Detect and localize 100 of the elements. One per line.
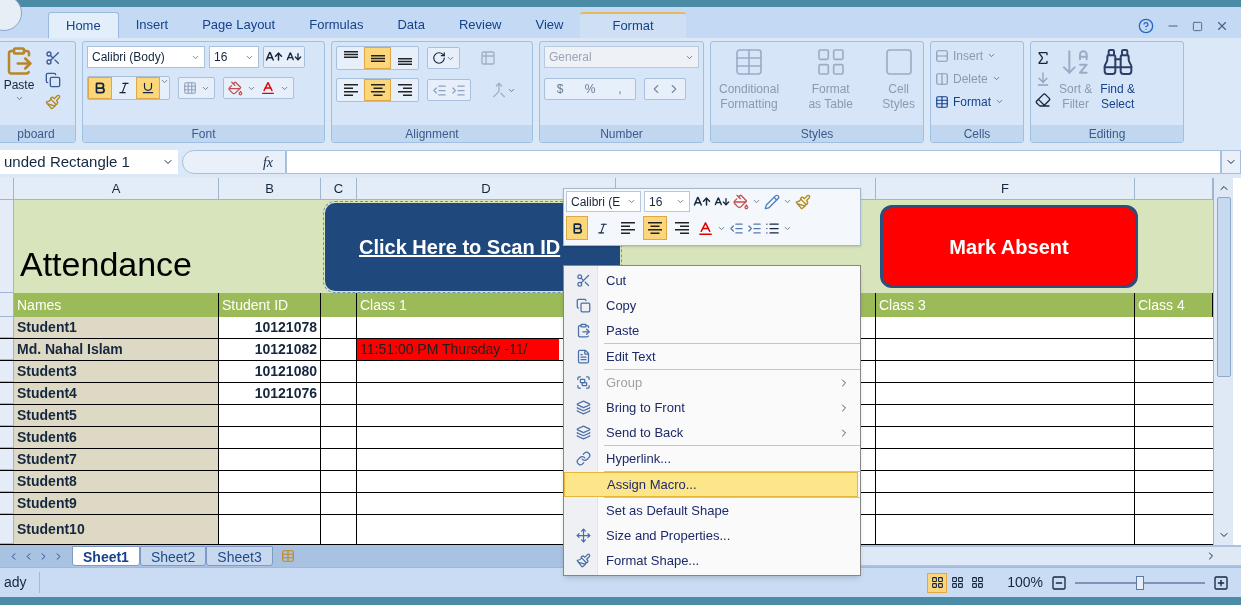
menu-item[interactable]: Set as Default Shape — [564, 498, 860, 523]
column-title: Class 4 — [1138, 295, 1185, 315]
font-size-field[interactable]: 16 — [209, 46, 259, 68]
vertical-scrollbar[interactable] — [1213, 178, 1233, 545]
sheet-tab[interactable]: Sheet3 — [206, 546, 273, 566]
ribbon-tab[interactable]: View — [518, 12, 581, 38]
function-button[interactable]: fx — [182, 150, 286, 174]
menu-item[interactable]: Edit Text — [564, 344, 860, 369]
menu-item[interactable]: Paste — [564, 318, 860, 343]
sum-icon[interactable] — [1035, 50, 1051, 66]
expand-button[interactable] — [1221, 150, 1241, 174]
fill-color-icon[interactable] — [733, 193, 749, 210]
menu-item[interactable]: Bring to Front — [564, 395, 860, 420]
zoom-in-icon[interactable] — [1213, 574, 1229, 591]
bold-icon — [570, 221, 584, 235]
zoom-slider[interactable] — [1075, 575, 1205, 590]
font-size-field[interactable]: 16 — [644, 191, 690, 212]
cut-icon[interactable] — [45, 50, 61, 66]
bold-button[interactable] — [88, 77, 112, 99]
column-letter[interactable]: B — [265, 178, 274, 199]
view-button[interactable] — [927, 572, 948, 593]
group-title: Cells — [963, 125, 991, 143]
group-title: Editing — [1088, 125, 1126, 143]
ribbon-tab[interactable]: Formulas — [292, 12, 381, 38]
font-color-icon[interactable] — [697, 219, 714, 237]
resize-icon — [575, 528, 591, 543]
zoom-thumb[interactable] — [1136, 575, 1144, 590]
column-title: Student ID — [222, 295, 289, 315]
scissors-icon — [575, 273, 591, 288]
caret-icon — [627, 197, 636, 206]
increase-indent-icon[interactable] — [747, 220, 762, 236]
menu-item[interactable]: Copy — [564, 293, 860, 318]
menu-item[interactable]: Send to Back — [564, 420, 860, 445]
horizontal-align-button[interactable] — [364, 79, 391, 101]
scroll-thumb[interactable] — [1216, 196, 1231, 377]
ribbon-tab[interactable]: Home — [48, 12, 119, 38]
sheet-tab[interactable]: Sheet1 — [72, 546, 140, 566]
column-letter[interactable]: D — [481, 178, 491, 199]
format-painter-icon[interactable] — [45, 94, 61, 110]
help-icon[interactable] — [1138, 18, 1154, 34]
copy-icon — [575, 298, 591, 313]
binoculars-icon — [1101, 46, 1134, 78]
font-name-field[interactable]: Calibri (Body) — [87, 46, 205, 68]
mark-absent-button-shape[interactable]: Mark Absent — [880, 205, 1138, 288]
underline-button[interactable] — [136, 77, 160, 99]
group-title: Number — [600, 125, 643, 143]
clipboard-icon — [575, 323, 591, 338]
zoom-out-icon[interactable] — [1051, 574, 1067, 591]
font-name-field[interactable]: Calibri (E — [566, 191, 641, 212]
column-letter[interactable]: C — [333, 178, 344, 199]
zoom-text: 100% — [1007, 573, 1043, 592]
copy-icon[interactable] — [45, 72, 61, 88]
editing-button[interactable]: Find & Select — [1100, 46, 1136, 112]
group-icon — [575, 375, 591, 390]
pencil-icon[interactable] — [764, 193, 780, 210]
bullets-icon[interactable] — [765, 220, 780, 236]
menu-item[interactable]: Format Shape... — [564, 548, 860, 573]
borders-icon[interactable] — [183, 81, 197, 95]
formula-input[interactable] — [286, 150, 1221, 174]
ribbon-tab[interactable]: Data — [380, 12, 442, 38]
bold-button[interactable] — [566, 216, 588, 240]
column-letter[interactable]: A — [111, 178, 121, 199]
font-color-icon[interactable] — [260, 80, 276, 96]
format-painter-icon[interactable] — [795, 193, 811, 210]
align-lines-icon — [621, 222, 635, 234]
increase-indent-icon[interactable] — [451, 82, 466, 98]
student-id: 10121080 — [254, 362, 317, 381]
menu-item[interactable]: Hyperlink... — [564, 446, 860, 471]
menu-item[interactable]: Assign Macro... — [564, 472, 858, 497]
align-button[interactable] — [643, 216, 667, 240]
ribbon-tab[interactable]: Format — [580, 12, 686, 38]
student-id: 10121078 — [254, 318, 317, 337]
delete-columns-icon — [935, 71, 949, 86]
decrease-indent-icon[interactable] — [432, 82, 447, 98]
restore-icon[interactable] — [1192, 20, 1203, 32]
paste-button[interactable]: Paste — [1, 46, 37, 110]
ribbon-tab[interactable]: Review — [441, 12, 519, 38]
cells-button[interactable]: Format — [935, 92, 1019, 111]
column-letter[interactable]: F — [1001, 178, 1009, 199]
column-title: Class 1 — [360, 295, 407, 315]
align-lines-icon — [397, 58, 412, 65]
close-icon[interactable] — [1215, 19, 1229, 33]
menu-item[interactable]: Size and Properties... — [564, 523, 860, 548]
sheet-tab[interactable]: Sheet2 — [139, 546, 207, 566]
orientation-icon[interactable] — [432, 51, 446, 65]
table-icon — [935, 94, 949, 109]
align-lines-icon — [343, 51, 358, 58]
fill-icon[interactable] — [1035, 71, 1051, 87]
align-lines-icon — [397, 84, 412, 96]
name-cell: Student4 — [14, 383, 219, 404]
vertical-align-button[interactable] — [364, 47, 391, 69]
attendance-title: Attendance — [20, 244, 193, 285]
ribbon-tab[interactable]: Page Layout — [185, 12, 293, 38]
align-lines-icon — [343, 84, 358, 96]
ribbon-tab[interactable]: Insert — [118, 12, 186, 38]
clear-icon[interactable] — [1035, 92, 1051, 108]
name-cell: Student10 — [14, 515, 219, 544]
name-box[interactable]: unded Rectangle 1 — [0, 150, 178, 174]
decrease-indent-icon[interactable] — [729, 220, 744, 236]
fill-color-icon[interactable] — [228, 80, 243, 96]
